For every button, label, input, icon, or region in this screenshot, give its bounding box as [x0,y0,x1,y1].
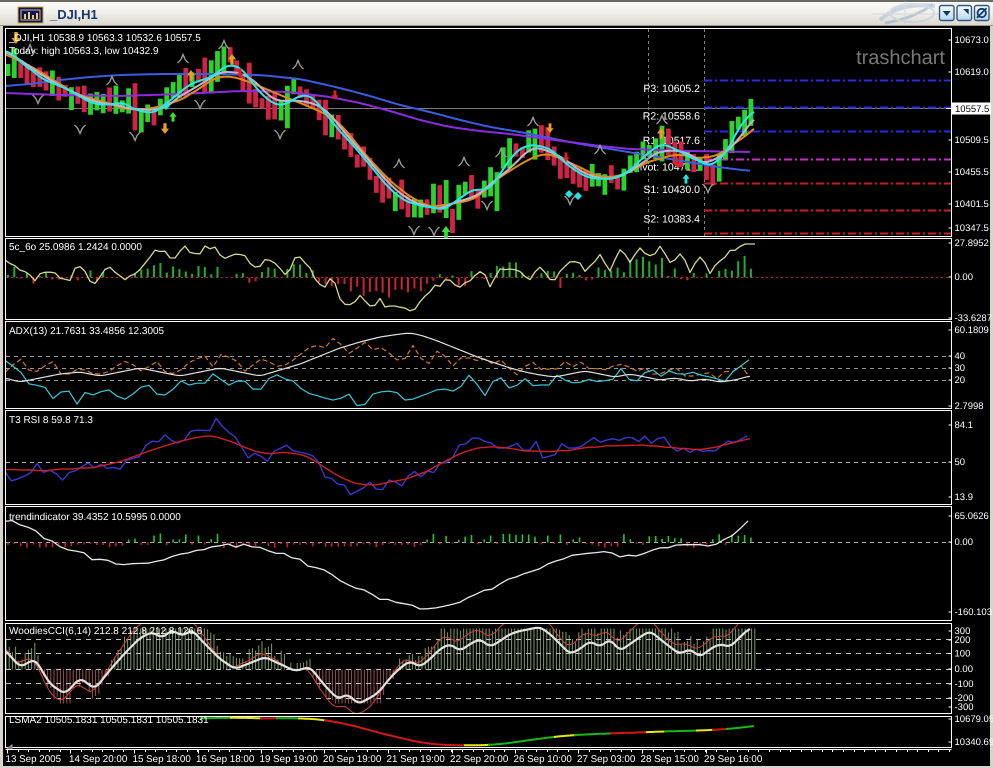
svg-text:40: 40 [955,351,966,362]
svg-text:14 Sep 20:00: 14 Sep 20:00 [69,754,128,765]
svg-text:30: 30 [955,363,966,374]
svg-text:10673.0: 10673.0 [955,35,989,46]
svg-text:10509.5: 10509.5 [955,135,989,146]
svg-text:-300: -300 [955,702,974,713]
svg-text:ADX(13) 21.7631 33.4856 12.300: ADX(13) 21.7631 33.4856 12.3005 [9,326,165,337]
svg-text:84.1: 84.1 [955,420,974,431]
svg-text:20: 20 [955,375,966,386]
svg-text:26 Sep 10:00: 26 Sep 10:00 [514,754,573,765]
svg-text:-160.103: -160.103 [955,607,993,618]
svg-text:-100: -100 [955,679,974,690]
svg-text:trashchart: trashchart [856,47,945,69]
svg-text:10455.5: 10455.5 [955,167,989,178]
svg-text:19 Sep 19:00: 19 Sep 19:00 [260,754,319,765]
svg-text:27.8952: 27.8952 [955,238,989,249]
svg-text:10557.5: 10557.5 [955,104,989,115]
svg-text:WoodiesCCI(6,14) 212.8 212.8 2: WoodiesCCI(6,14) 212.8 212.8 212.8 126.6 [9,626,203,637]
svg-text:5c_6o 25.0986 1.2424 0.0000: 5c_6o 25.0986 1.2424 0.0000 [9,242,142,253]
svg-text:29 Sep 16:00: 29 Sep 16:00 [704,754,763,765]
svg-text:0.00: 0.00 [955,272,974,283]
svg-text:16 Sep 18:00: 16 Sep 18:00 [196,754,255,765]
svg-text:10340.69: 10340.69 [955,737,993,748]
svg-text:R2: 10558.6: R2: 10558.6 [643,111,700,123]
svg-text:-33.6287: -33.6287 [955,313,993,324]
svg-text:13 Sep 2005: 13 Sep 2005 [6,754,62,765]
svg-text:22 Sep 20:00: 22 Sep 20:00 [450,754,509,765]
svg-text:65.0626: 65.0626 [955,511,989,522]
svg-text:0.00: 0.00 [955,664,974,675]
svg-text:10619.0: 10619.0 [955,67,989,78]
svg-text:S2: 10383.4: S2: 10383.4 [643,214,700,226]
svg-text:50: 50 [955,457,966,468]
svg-text:13.9: 13.9 [955,492,974,503]
svg-text:_DJI,H1 10538.9 10563.3 10532: _DJI,H1 10538.9 10563.3 10532.6 10557.5 [8,33,201,44]
svg-text:trendindicator 39.4352 10.5995: trendindicator 39.4352 10.5995 0.0000 [9,512,181,523]
svg-text:21 Sep 19:00: 21 Sep 19:00 [387,754,446,765]
svg-text:10401.5: 10401.5 [955,199,989,210]
svg-text:P3: 10605.2: P3: 10605.2 [643,83,700,95]
svg-text:LSMA2 10505.1831 10505.1831 10: LSMA2 10505.1831 10505.1831 10505.1831 [9,715,209,726]
svg-text:10347.5: 10347.5 [955,223,989,234]
svg-text:200: 200 [955,635,971,646]
svg-text:S1: 10430.0: S1: 10430.0 [643,184,700,196]
svg-text:100: 100 [955,649,971,660]
svg-text:27 Sep 03:00: 27 Sep 03:00 [577,754,636,765]
svg-text:10679.05: 10679.05 [955,714,993,725]
svg-text:Today: high 10563.3, low 10432: Today: high 10563.3, low 10432.9 [9,46,159,57]
svg-text:0.00: 0.00 [955,537,974,548]
svg-text:20 Sep 19:00: 20 Sep 19:00 [323,754,382,765]
svg-text:15 Sep 18:00: 15 Sep 18:00 [133,754,192,765]
svg-text:2.7998: 2.7998 [955,401,984,412]
svg-text:_DJI,H1: _DJI,H1 [49,7,98,22]
svg-text:T3 RSI 8 59.8 71.3: T3 RSI 8 59.8 71.3 [9,415,93,426]
svg-text:28 Sep 15:00: 28 Sep 15:00 [641,754,700,765]
svg-text:60.1809: 60.1809 [955,325,989,336]
